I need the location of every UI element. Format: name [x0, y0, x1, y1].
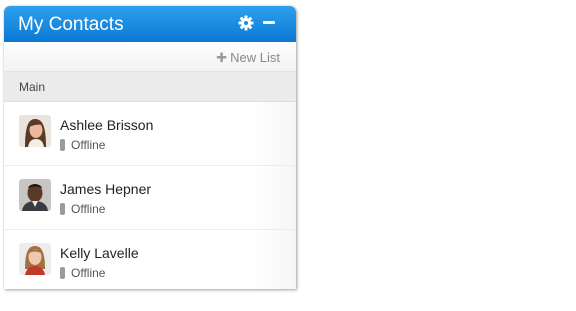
minimize-icon[interactable] [263, 21, 275, 24]
gear-icon[interactable] [238, 15, 254, 31]
contact-status: Offline [60, 202, 105, 216]
avatar [19, 243, 51, 275]
contacts-toolbar: ✚ New List [4, 42, 296, 72]
offline-status-indicator [60, 139, 65, 151]
contact-status: Offline [60, 266, 105, 280]
contact-name: James Hepner [60, 181, 152, 197]
offline-status-indicator [60, 203, 65, 215]
contact-name: Kelly Lavelle [60, 245, 139, 261]
contact-item[interactable]: James Hepner Offline [4, 166, 296, 230]
status-text: Offline [71, 138, 106, 152]
contact-item[interactable]: Kelly Lavelle Offline [4, 230, 296, 289]
plus-icon: ✚ [216, 50, 228, 65]
panel-title: My Contacts [18, 14, 124, 35]
group-header-main[interactable]: Main [4, 72, 296, 102]
status-text: Offline [71, 266, 106, 280]
avatar [19, 179, 51, 211]
contact-item[interactable]: Ashlee Brisson Offline [4, 102, 296, 166]
contact-name: Ashlee Brisson [60, 117, 154, 133]
new-list-button[interactable]: ✚ New List [216, 50, 280, 66]
group-label: Main [19, 80, 46, 94]
offline-status-indicator [60, 267, 65, 279]
contacts-panel: My Contacts ✚ New List Main Ashlee Brisso… [4, 6, 296, 289]
new-list-label: New List [230, 50, 280, 65]
contact-status: Offline [60, 138, 105, 152]
avatar [19, 115, 51, 147]
panel-header: My Contacts [4, 6, 296, 42]
status-text: Offline [71, 202, 106, 216]
